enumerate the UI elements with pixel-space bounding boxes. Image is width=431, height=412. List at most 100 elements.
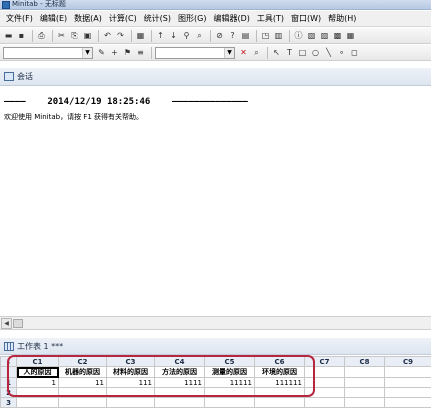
- session-output[interactable]: ———— 2014/12/19 18:25:46 —————————————— …: [0, 87, 431, 315]
- session-icon[interactable]: ▧: [306, 30, 317, 41]
- row-header[interactable]: [0, 366, 17, 378]
- line-tool-icon[interactable]: ╲: [323, 47, 334, 58]
- data-cell[interactable]: 1111: [154, 377, 205, 388]
- session-window-header[interactable]: 会话: [0, 68, 431, 86]
- worksheet-icon[interactable]: ▦: [135, 30, 146, 41]
- column-name-cell[interactable]: 方法的原因: [154, 366, 205, 378]
- data-cell[interactable]: 11111: [204, 377, 255, 388]
- column-name-cell[interactable]: 人的原因: [16, 366, 59, 378]
- dot-icon[interactable]: ∘: [336, 47, 347, 58]
- binoculars-icon[interactable]: ⚲: [181, 30, 192, 41]
- column-header[interactable]: C9: [384, 356, 431, 367]
- column-name-cell[interactable]: 测量的原因: [204, 366, 255, 378]
- menu-item-5[interactable]: 图形(G): [178, 12, 206, 26]
- menu-item-6[interactable]: 编辑器(D): [213, 12, 249, 26]
- scrollbar-thumb[interactable]: [13, 319, 23, 328]
- column-header[interactable]: C5: [204, 356, 255, 367]
- column-name-cell[interactable]: 机器的原因: [58, 366, 107, 378]
- data-cell[interactable]: [106, 397, 155, 408]
- row-header[interactable]: 2: [0, 387, 17, 398]
- menu-item-7[interactable]: 工具(T): [257, 12, 284, 26]
- lines-icon[interactable]: ≡: [135, 47, 146, 58]
- column-header[interactable]: C3: [106, 356, 155, 367]
- data-cell[interactable]: [16, 387, 59, 398]
- zoom-icon[interactable]: ⌕: [251, 47, 262, 58]
- save-icon[interactable]: ▪: [16, 30, 27, 41]
- column-name-cell[interactable]: [344, 366, 385, 378]
- data-cell[interactable]: [106, 387, 155, 398]
- data-cell[interactable]: [204, 397, 255, 408]
- column-header[interactable]: C2: [58, 356, 107, 367]
- copy-icon[interactable]: ⎘: [69, 30, 80, 41]
- column-header[interactable]: C1: [16, 356, 59, 367]
- data-cell[interactable]: 111111: [254, 377, 305, 388]
- menu-item-0[interactable]: 文件(F): [6, 12, 33, 26]
- redo-icon[interactable]: ↷: [115, 30, 126, 41]
- arrow-down-icon[interactable]: ↓: [168, 30, 179, 41]
- notebook-icon[interactable]: ▤: [240, 30, 251, 41]
- data-cell[interactable]: [154, 397, 205, 408]
- menu-item-4[interactable]: 统计(S): [144, 12, 171, 26]
- report-icon[interactable]: ▨: [319, 30, 330, 41]
- close-x-icon[interactable]: ✕: [238, 47, 249, 58]
- data-cell[interactable]: [344, 397, 385, 408]
- data-cell[interactable]: [304, 377, 345, 388]
- flag-icon[interactable]: ⚑: [122, 47, 133, 58]
- data-cell[interactable]: [58, 387, 107, 398]
- info-icon[interactable]: ⓘ: [293, 30, 304, 41]
- worksheet-grid[interactable]: ↓ C1 C2 C3 C4 C5 C6 C7 C8 C9 人的原因 机器的原因 材料的原因 方法的原因 测量…: [0, 356, 431, 412]
- data-cell[interactable]: [254, 387, 305, 398]
- cancel-icon[interactable]: ⊘: [214, 30, 225, 41]
- data-cell[interactable]: [384, 377, 431, 388]
- text-tool-icon[interactable]: T: [284, 47, 295, 58]
- worksheet-window-header[interactable]: 工作表 1 ***: [0, 338, 431, 355]
- rectangle-icon[interactable]: □: [297, 47, 308, 58]
- menu-item-9[interactable]: 帮助(H): [328, 12, 356, 26]
- find-icon[interactable]: ⌕: [194, 30, 205, 41]
- folder-open-icon[interactable]: ▬: [3, 30, 14, 41]
- data-cell[interactable]: [304, 387, 345, 398]
- paste-icon[interactable]: ▣: [82, 30, 93, 41]
- pointer-icon[interactable]: ↖: [271, 47, 282, 58]
- brush-icon[interactable]: ✎: [96, 47, 107, 58]
- column-header[interactable]: C6: [254, 356, 305, 367]
- data-cell[interactable]: [344, 387, 385, 398]
- data-icon[interactable]: ▩: [332, 30, 343, 41]
- column-header[interactable]: C8: [344, 356, 385, 367]
- menu-item-2[interactable]: 数据(A): [74, 12, 102, 26]
- help-icon[interactable]: ?: [227, 30, 238, 41]
- column-name-cell[interactable]: [384, 366, 431, 378]
- column-name-cell[interactable]: 材料的原因: [106, 366, 155, 378]
- data-direction-arrow-icon[interactable]: ↓: [0, 356, 17, 367]
- crosshair-icon[interactable]: +: [109, 47, 120, 58]
- column-name-cell[interactable]: 环境的原因: [254, 366, 305, 378]
- menu-item-1[interactable]: 编辑(E): [40, 12, 67, 26]
- data-cell[interactable]: [204, 387, 255, 398]
- scroll-left-arrow-icon[interactable]: ◀: [1, 318, 12, 329]
- session-horizontal-scrollbar[interactable]: ◀: [0, 316, 431, 330]
- data-cell[interactable]: 11: [58, 377, 107, 388]
- cut-icon[interactable]: ✂: [56, 30, 67, 41]
- polygon-icon[interactable]: ◻: [349, 47, 360, 58]
- menu-item-8[interactable]: 窗口(W): [291, 12, 321, 26]
- menu-item-3[interactable]: 计算(C): [109, 12, 137, 26]
- column-header[interactable]: C7: [304, 356, 345, 367]
- data-cell[interactable]: [16, 397, 59, 408]
- row-header[interactable]: 3: [0, 397, 17, 408]
- graph-combo[interactable]: ▼: [155, 46, 235, 59]
- stat-icon[interactable]: ▥: [273, 30, 284, 41]
- chevron-down-icon[interactable]: ▼: [82, 47, 92, 58]
- column-header[interactable]: C4: [154, 356, 205, 367]
- arrow-up-icon[interactable]: ↑: [155, 30, 166, 41]
- data-cell[interactable]: [344, 377, 385, 388]
- data-cell[interactable]: [384, 397, 431, 408]
- window-icon[interactable]: ▦: [345, 30, 356, 41]
- chevron-down-icon[interactable]: ▼: [224, 47, 234, 58]
- worksheet-combo[interactable]: ▼: [3, 46, 93, 59]
- data-cell[interactable]: 1: [16, 377, 59, 388]
- graph-icon[interactable]: ◳: [260, 30, 271, 41]
- data-cell[interactable]: [154, 387, 205, 398]
- data-cell[interactable]: [304, 397, 345, 408]
- data-cell[interactable]: 111: [106, 377, 155, 388]
- data-cell[interactable]: [254, 397, 305, 408]
